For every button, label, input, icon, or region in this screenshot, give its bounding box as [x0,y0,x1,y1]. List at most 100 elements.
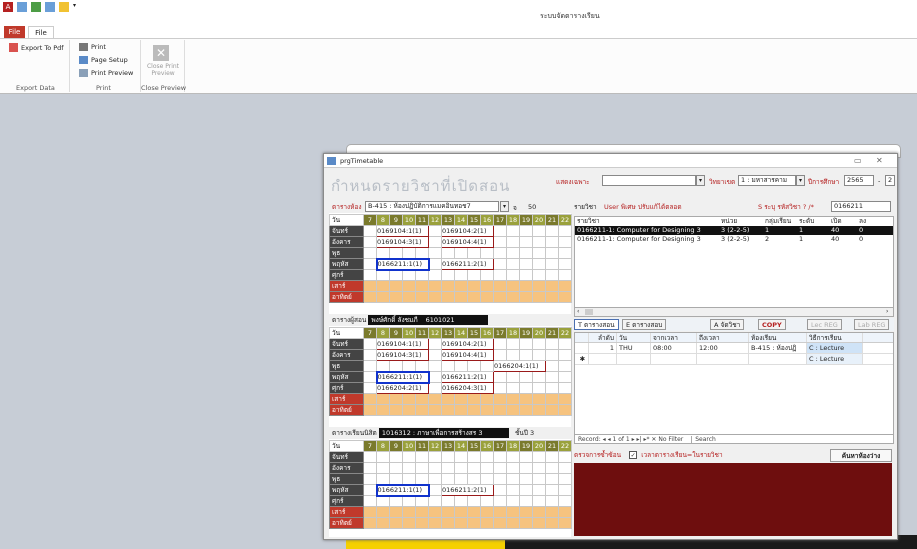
empty-slot[interactable] [493,393,507,405]
empty-slot[interactable] [519,506,533,518]
empty-slot[interactable] [558,258,572,270]
class-slot[interactable]: 0166204:2(1) [376,382,429,394]
empty-slot[interactable] [493,473,507,485]
empty-slot[interactable] [519,451,533,463]
empty-slot[interactable] [376,280,390,292]
empty-slot[interactable] [519,258,533,270]
empty-slot[interactable] [389,247,403,259]
empty-slot[interactable] [558,349,572,361]
empty-slot[interactable] [532,473,546,485]
empty-slot[interactable] [545,225,559,237]
empty-slot[interactable] [493,269,507,281]
class-slot[interactable]: 0166211:2(1) [441,258,494,270]
empty-slot[interactable] [480,360,494,372]
empty-slot[interactable] [376,291,390,303]
empty-slot[interactable] [519,484,533,496]
year-field[interactable]: 2565 [844,175,874,186]
empty-slot[interactable] [532,495,546,507]
empty-slot[interactable] [467,506,481,518]
empty-slot[interactable] [532,291,546,303]
find-room-button[interactable]: ค้นหาห้องว่าง [830,449,892,462]
minimize-icon[interactable]: ▭ [854,154,862,168]
empty-slot[interactable] [428,349,442,361]
empty-slot[interactable] [402,473,416,485]
lec-reg-button[interactable]: Lec REG [807,319,842,330]
empty-slot[interactable] [519,495,533,507]
empty-slot[interactable] [441,291,455,303]
empty-slot[interactable] [441,280,455,292]
class-slot[interactable]: 0166211:1(1) [375,257,430,271]
empty-slot[interactable] [363,393,377,405]
class-slot[interactable]: 0169104:2(1) [441,338,494,350]
empty-slot[interactable] [558,280,572,292]
class-slot[interactable]: 0166211:1(1) [375,483,430,497]
empty-slot[interactable] [454,393,468,405]
search-input[interactable]: Search [691,436,716,443]
empty-slot[interactable] [558,495,572,507]
empty-slot[interactable] [402,404,416,416]
empty-slot[interactable] [532,393,546,405]
empty-slot[interactable] [532,349,546,361]
empty-slot[interactable] [363,236,377,248]
empty-slot[interactable] [428,495,442,507]
empty-slot[interactable] [402,247,416,259]
empty-slot[interactable] [493,236,507,248]
customize-icon[interactable] [59,2,69,12]
empty-slot[interactable] [480,506,494,518]
empty-slot[interactable] [428,451,442,463]
table-row[interactable]: 1 THU 08:00 12:00 B-415 : ห้องปฏิ C : Le… [575,343,893,354]
empty-slot[interactable] [545,506,559,518]
empty-slot[interactable] [480,451,494,463]
empty-slot[interactable] [506,495,520,507]
course-code-input[interactable]: 0166211 [831,201,891,212]
empty-slot[interactable] [545,517,559,529]
empty-slot[interactable] [532,382,546,394]
empty-slot[interactable] [545,484,559,496]
empty-slot[interactable] [480,247,494,259]
empty-slot[interactable] [545,393,559,405]
empty-slot[interactable] [493,462,507,474]
empty-slot[interactable] [389,473,403,485]
assign-button[interactable]: A จัดวิชา [710,319,745,330]
empty-slot[interactable] [506,404,520,416]
empty-slot[interactable] [493,258,507,270]
empty-slot[interactable] [415,291,429,303]
empty-slot[interactable] [532,338,546,350]
empty-slot[interactable] [558,484,572,496]
empty-slot[interactable] [532,280,546,292]
empty-slot[interactable] [493,517,507,529]
empty-slot[interactable] [454,473,468,485]
empty-slot[interactable] [376,247,390,259]
room-field[interactable]: B-415 : ห้องปฏิบัติการแมคอินทอช7 [365,201,499,212]
empty-slot[interactable] [493,371,507,383]
empty-slot[interactable] [532,451,546,463]
empty-slot[interactable] [532,484,546,496]
empty-slot[interactable] [428,236,442,248]
empty-slot[interactable] [558,247,572,259]
empty-slot[interactable] [506,225,520,237]
undo-icon[interactable] [31,2,41,12]
empty-slot[interactable] [441,393,455,405]
empty-slot[interactable] [480,393,494,405]
empty-slot[interactable] [363,506,377,518]
empty-slot[interactable] [428,484,442,496]
empty-slot[interactable] [363,371,377,383]
empty-slot[interactable] [558,291,572,303]
empty-slot[interactable] [467,393,481,405]
empty-slot[interactable] [428,371,442,383]
empty-slot[interactable] [558,473,572,485]
empty-slot[interactable] [415,404,429,416]
empty-slot[interactable] [545,338,559,350]
empty-slot[interactable] [402,506,416,518]
close-print-preview-button[interactable]: Close Print Preview [144,63,182,77]
empty-slot[interactable] [532,269,546,281]
empty-slot[interactable] [493,349,507,361]
empty-slot[interactable] [519,393,533,405]
class-slot[interactable]: 0166211:1(1) [375,370,430,384]
empty-slot[interactable] [493,280,507,292]
empty-slot[interactable] [363,291,377,303]
empty-slot[interactable] [506,517,520,529]
teacher-name-field[interactable]: พงษ์ศักดิ์ ลังชมภี 6101021 [368,315,489,325]
empty-slot[interactable] [402,269,416,281]
chevron-left-icon[interactable]: ‹ [577,308,579,315]
